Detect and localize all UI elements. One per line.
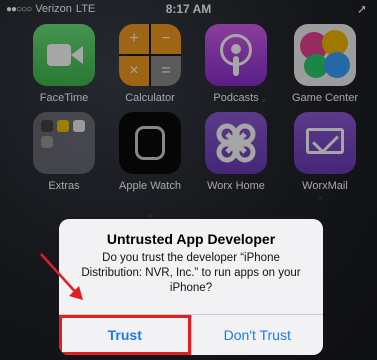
pointer-arrow-icon bbox=[40, 253, 83, 300]
alert-message: Do you trust the developer “iPhone Distr… bbox=[81, 252, 301, 294]
untrusted-developer-alert: Untrusted App Developer Do you trust the… bbox=[59, 219, 323, 355]
alert-title: Untrusted App Developer bbox=[106, 231, 276, 247]
alert-button-row: Trust Don't Trust bbox=[59, 314, 323, 355]
trust-button[interactable]: Trust bbox=[59, 315, 192, 355]
dont-trust-button[interactable]: Don't Trust bbox=[192, 315, 324, 355]
